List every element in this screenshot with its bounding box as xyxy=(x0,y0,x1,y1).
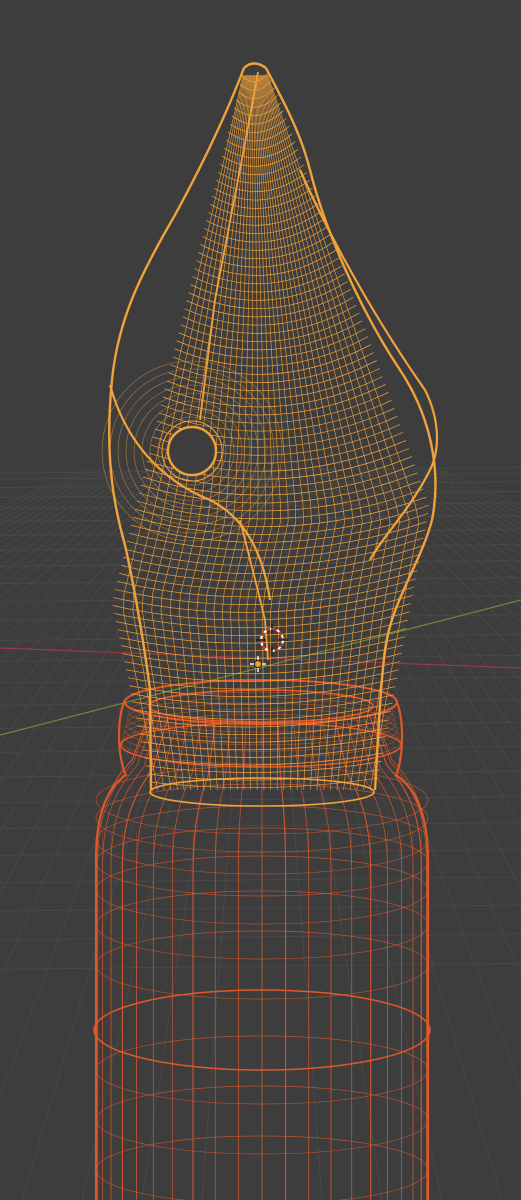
grid-line xyxy=(0,933,521,941)
grid-line xyxy=(0,469,137,559)
grid-line xyxy=(0,469,221,896)
grid-line xyxy=(0,469,233,1099)
grid-line xyxy=(0,770,521,778)
grid-line xyxy=(429,469,521,515)
nib-tip xyxy=(243,62,267,69)
grid-line xyxy=(0,543,521,551)
bottle-edge xyxy=(97,713,152,1200)
3d-viewport[interactable] xyxy=(0,0,521,1200)
bottle-edge xyxy=(171,721,202,1200)
breather-hole-fill xyxy=(169,428,215,474)
bottle-edge xyxy=(355,717,402,1200)
viewport-canvas[interactable] xyxy=(0,0,521,1200)
grid-line xyxy=(0,469,155,587)
bottle-edge xyxy=(334,720,372,1200)
bottle-edge xyxy=(368,714,422,1200)
grid-line xyxy=(0,848,521,856)
bottle-edge xyxy=(277,722,287,1200)
grid-line xyxy=(375,469,521,574)
grid-line xyxy=(0,469,89,512)
grid-line xyxy=(0,469,95,516)
3d-cursor-icon[interactable] xyxy=(256,624,288,656)
bottle-edge xyxy=(152,720,189,1200)
nib-edge-column xyxy=(230,75,254,791)
grid-line xyxy=(0,904,521,912)
grid-line xyxy=(0,469,107,526)
nib-left-slit xyxy=(239,519,269,661)
grid-line xyxy=(405,469,521,536)
nib-edge-column xyxy=(246,75,266,791)
nib-mesh-lines xyxy=(101,71,430,791)
grid-line xyxy=(0,469,161,598)
bottle-edge xyxy=(214,722,231,1200)
grid-line xyxy=(0,469,119,537)
grid-line xyxy=(0,876,521,884)
bottle-edge xyxy=(238,722,247,1200)
grid-line xyxy=(0,515,521,522)
grid-line xyxy=(0,469,83,508)
bottle-edge xyxy=(322,721,353,1200)
grid-line xyxy=(0,469,203,744)
bottle-edge xyxy=(192,721,217,1200)
grid-line xyxy=(399,469,521,542)
grid-line xyxy=(0,796,521,803)
nib-edge-column xyxy=(255,75,281,791)
grid-line xyxy=(423,469,521,520)
bottle-edge xyxy=(308,721,332,1200)
grid-line xyxy=(441,469,521,507)
grid-line xyxy=(0,469,179,643)
grid-line xyxy=(0,469,167,611)
grid-line xyxy=(141,469,251,1200)
bottle-edge xyxy=(372,713,427,1200)
bottle-edge xyxy=(293,722,310,1200)
grid-line xyxy=(435,469,521,511)
bottle-edge xyxy=(102,714,155,1200)
y-axis-line xyxy=(0,599,521,736)
grid-line xyxy=(0,962,521,970)
grid-line xyxy=(0,469,125,544)
bottle-edge xyxy=(121,717,169,1200)
bottle-vertical-edges xyxy=(95,711,429,1200)
